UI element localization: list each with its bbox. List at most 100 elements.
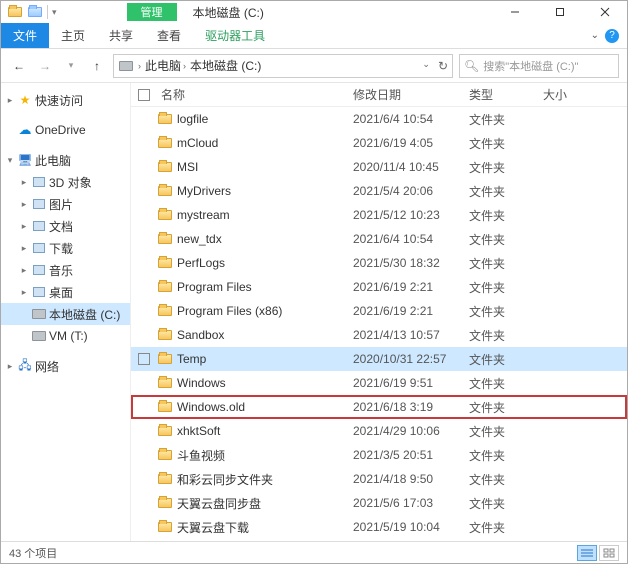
file-row[interactable]: Sandbox2021/4/13 10:57文件夹	[131, 323, 627, 347]
sidebar-item-documents[interactable]: ▸文档	[1, 215, 130, 237]
recent-dropdown-icon[interactable]: ▾	[61, 56, 81, 76]
file-row[interactable]: logfile2021/6/4 10:54文件夹	[131, 107, 627, 131]
desktop-icon	[31, 284, 47, 300]
file-name: MSI	[177, 160, 198, 174]
folder-icon	[157, 351, 173, 367]
file-name: 斗鱼视频	[177, 447, 225, 464]
sidebar-item-quick-access[interactable]: ▸★快速访问	[1, 89, 130, 111]
details-view-icon[interactable]	[577, 545, 597, 561]
folder-icon	[157, 303, 173, 319]
search-input[interactable]: 🔍︎ 搜索"本地磁盘 (C:)"	[459, 54, 619, 78]
file-date: 2021/4/29 10:06	[353, 424, 469, 438]
minimize-button[interactable]	[492, 1, 537, 23]
file-type: 文件夹	[469, 375, 543, 392]
pin-icon[interactable]	[27, 4, 43, 20]
file-row[interactable]: Program Files (x86)2021/6/19 2:21文件夹	[131, 299, 627, 323]
sidebar-item-network[interactable]: ▸🖧︎网络	[1, 355, 130, 377]
folder-icon	[157, 327, 173, 343]
file-date: 2021/6/19 4:05	[353, 136, 469, 150]
disk-icon	[31, 328, 47, 344]
file-row[interactable]: PerfLogs2021/5/30 18:32文件夹	[131, 251, 627, 275]
folder-icon	[157, 495, 173, 511]
select-all-checkbox[interactable]	[138, 89, 150, 101]
sidebar-item-this-pc[interactable]: ▾🖥︎此电脑	[1, 149, 130, 171]
maximize-button[interactable]	[537, 1, 582, 23]
file-row[interactable]: 天翼云盘下载2021/5/19 10:04文件夹	[131, 515, 627, 539]
file-type: 文件夹	[469, 159, 543, 176]
file-row[interactable]: MyDrivers2021/5/4 20:06文件夹	[131, 179, 627, 203]
file-row[interactable]: 和彩云同步文件夹2021/4/18 9:50文件夹	[131, 467, 627, 491]
file-type: 文件夹	[469, 495, 543, 512]
folder-icon	[157, 519, 173, 535]
navigation-bar: ← → ▾ ↑ › 此电脑 › 本地磁盘 (C:) ⌄ ↻ 🔍︎ 搜索"本地磁盘…	[1, 49, 627, 83]
sidebar-item-music[interactable]: ▸音乐	[1, 259, 130, 281]
file-name: xhktSoft	[177, 424, 220, 438]
music-icon	[31, 262, 47, 278]
tab-file[interactable]: 文件	[1, 23, 49, 48]
file-type: 文件夹	[469, 183, 543, 200]
column-header-date[interactable]: 修改日期	[353, 86, 469, 103]
file-type: 文件夹	[469, 135, 543, 152]
help-icon[interactable]: ?	[605, 29, 619, 43]
folder-icon	[157, 183, 173, 199]
ribbon-collapse-icon[interactable]: ⌄	[591, 30, 599, 41]
large-icons-view-icon[interactable]	[599, 545, 619, 561]
address-dropdown-icon[interactable]: ⌄	[422, 59, 430, 73]
file-row[interactable]: 斗鱼视频2021/3/5 20:51文件夹	[131, 443, 627, 467]
file-row[interactable]: 天翼云盘同步盘2021/5/6 17:03文件夹	[131, 491, 627, 515]
folder-icon	[157, 399, 173, 415]
star-icon: ★	[17, 92, 33, 108]
file-row[interactable]: mystream2021/5/12 10:23文件夹	[131, 203, 627, 227]
tab-home[interactable]: 主页	[49, 23, 97, 48]
file-row[interactable]: Windows2021/6/19 9:51文件夹	[131, 371, 627, 395]
tab-share[interactable]: 共享	[97, 23, 145, 48]
breadcrumb-segment[interactable]: 此电脑 ›	[145, 57, 186, 74]
breadcrumb-segment[interactable]: 本地磁盘 (C:)	[190, 57, 261, 74]
file-row[interactable]: mCloud2021/6/19 4:05文件夹	[131, 131, 627, 155]
file-row[interactable]: Windows.old2021/6/18 3:19文件夹	[131, 395, 627, 419]
file-date: 2021/4/13 10:57	[353, 328, 469, 342]
file-row[interactable]: Program Files2021/6/19 2:21文件夹	[131, 275, 627, 299]
close-button[interactable]	[582, 1, 627, 23]
sidebar-item-desktop[interactable]: ▸桌面	[1, 281, 130, 303]
file-row[interactable]: xhktSoft2021/4/29 10:06文件夹	[131, 419, 627, 443]
chevron-right-icon[interactable]: ›	[138, 61, 141, 71]
sidebar-item-3d-objects[interactable]: ▸3D 对象	[1, 171, 130, 193]
file-type: 文件夹	[469, 279, 543, 296]
sidebar-item-label: 图片	[49, 196, 73, 213]
file-date: 2021/5/6 17:03	[353, 496, 469, 510]
tab-drive-tools[interactable]: 驱动器工具	[193, 23, 277, 48]
row-checkbox[interactable]	[138, 353, 150, 365]
file-row[interactable]: Temp2020/10/31 22:57文件夹	[131, 347, 627, 371]
folder-icon	[157, 231, 173, 247]
file-list: 名称 修改日期 类型 大小 logfile2021/6/4 10:54文件夹mC…	[131, 83, 627, 541]
up-button[interactable]: ↑	[87, 56, 107, 76]
title-bar: ▾ 管理 本地磁盘 (C:)	[1, 1, 627, 23]
folder-icon	[157, 279, 173, 295]
sidebar-item-label: 此电脑	[35, 152, 71, 169]
folder-icon	[157, 471, 173, 487]
forward-button[interactable]: →	[35, 56, 55, 76]
column-header-name[interactable]: 名称	[157, 86, 353, 103]
address-bar[interactable]: › 此电脑 › 本地磁盘 (C:) ⌄ ↻	[113, 54, 453, 78]
column-header-type[interactable]: 类型	[469, 86, 543, 103]
file-date: 2021/6/4 10:54	[353, 112, 469, 126]
sidebar-item-pictures[interactable]: ▸图片	[1, 193, 130, 215]
file-row[interactable]: new_tdx2021/6/4 10:54文件夹	[131, 227, 627, 251]
tab-view[interactable]: 查看	[145, 23, 193, 48]
sidebar-item-vm[interactable]: ▸VM (T:)	[1, 325, 130, 347]
file-date: 2021/5/30 18:32	[353, 256, 469, 270]
column-header-size[interactable]: 大小	[543, 86, 593, 103]
file-row[interactable]: MSI2020/11/4 10:45文件夹	[131, 155, 627, 179]
sidebar-item-label: 3D 对象	[49, 174, 92, 191]
folder-icon	[157, 255, 173, 271]
objects-icon	[31, 174, 47, 190]
back-button[interactable]: ←	[9, 56, 29, 76]
sidebar-item-downloads[interactable]: ▸下载	[1, 237, 130, 259]
network-icon: 🖧︎	[17, 358, 33, 374]
manage-tab[interactable]: 管理	[127, 3, 177, 21]
file-name: Windows.old	[177, 400, 245, 414]
refresh-icon[interactable]: ↻	[438, 59, 448, 73]
sidebar-item-onedrive[interactable]: ▸☁OneDrive	[1, 119, 130, 141]
sidebar-item-local-disk[interactable]: ▸本地磁盘 (C:)	[1, 303, 130, 325]
